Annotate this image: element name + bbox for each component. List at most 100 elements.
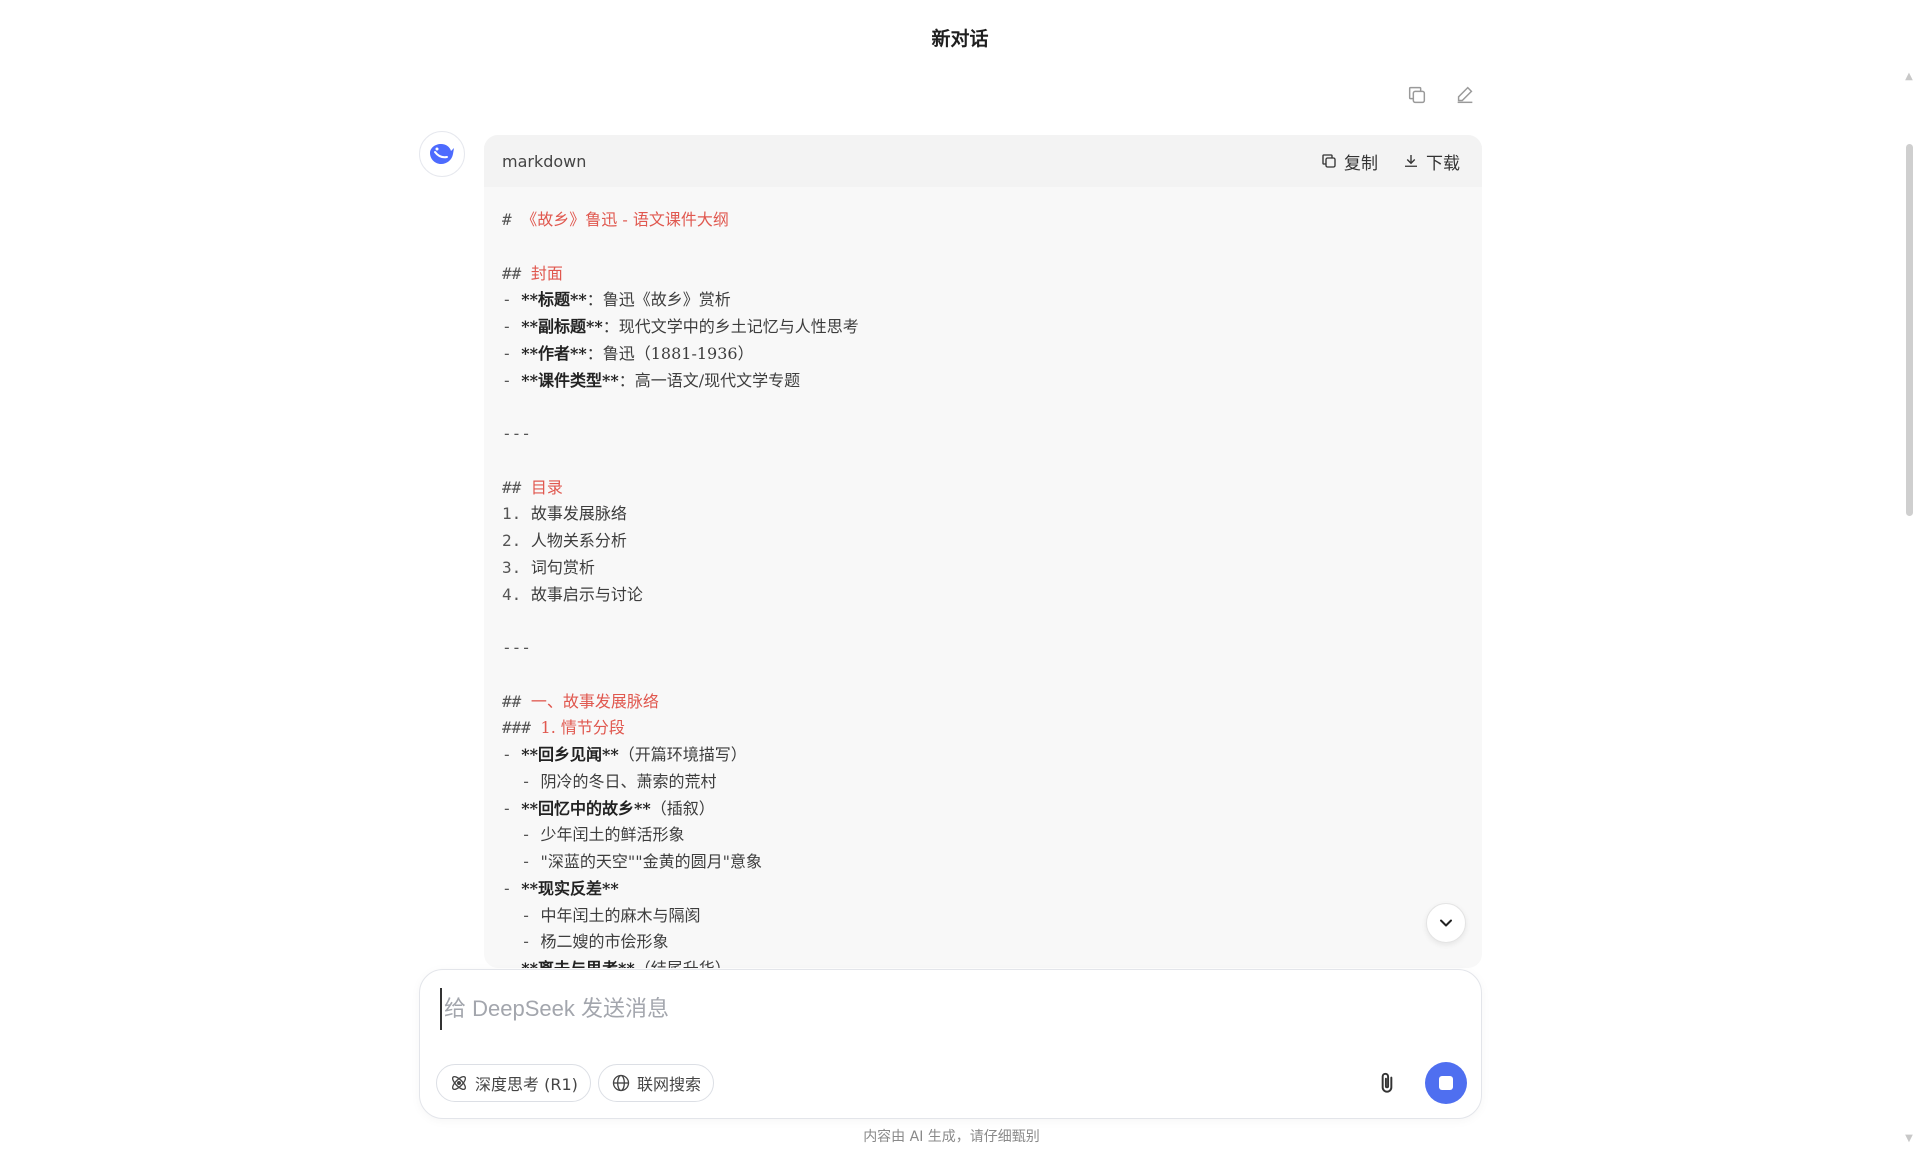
copy-code-label: 复制 [1344, 153, 1378, 174]
code-segment: - [502, 343, 522, 363]
code-line: --- [502, 421, 1464, 448]
code-line: # 《故乡》鲁迅 - 语文课件大纲 [502, 207, 1464, 234]
download-icon [1405, 155, 1417, 167]
code-segment: 1. 情节分段 [540, 718, 625, 738]
code-segment: - [502, 959, 521, 968]
code-segment: --- [502, 424, 531, 443]
code-segment: 封面 [530, 263, 563, 283]
code-line: --- [502, 635, 1464, 662]
code-line: 3. 词句赏析 [502, 555, 1464, 582]
web-search-toggle[interactable]: 联网搜索 [598, 1064, 715, 1102]
code-block: markdown 复制 下载 # 《故乡》鲁迅 - 语文课件大纲 ## 封面 - *… [484, 135, 1482, 968]
code-line: - **作者**：鲁迅（1881-1936） [502, 341, 1464, 368]
code-segment: 阴冷的冬日、萧索的荒村 [540, 771, 717, 791]
deepseek-avatar [419, 131, 465, 177]
code-segment: **回乡见闻** [521, 745, 619, 764]
code-segment: （开篇环境描写） [618, 745, 747, 764]
code-segment: - [502, 290, 522, 310]
scroll-to-bottom-button[interactable] [1426, 903, 1466, 943]
attach-file-button[interactable] [1370, 1066, 1404, 1100]
code-segment: --- [502, 638, 531, 657]
code-line: - 杨二嫂的市侩形象 [502, 929, 1464, 956]
code-segment: 少年闰土的鲜活形象 [540, 825, 685, 845]
code-line: 2. 人物关系分析 [502, 528, 1464, 555]
code-line: ### 1. 情节分段 [502, 715, 1464, 742]
atom-icon [451, 1075, 467, 1091]
message-composer: 深度思考 (R1) 联网搜索 [419, 969, 1482, 1119]
code-segment: - [502, 317, 522, 336]
page-title: 新对话 [931, 28, 989, 50]
code-line: 1. 故事发展脉络 [502, 501, 1464, 528]
code-segment: （结尾升华） [635, 959, 731, 968]
code-segment: **回忆中的故乡** [521, 798, 651, 818]
code-line: - **回忆中的故乡**（插叙） [502, 796, 1464, 823]
code-segment: ：鲁迅（1881-1936） [586, 343, 754, 363]
code-block-header: markdown 复制 下载 [484, 135, 1482, 187]
code-segment: 杨二嫂的市侩形象 [540, 932, 669, 952]
copy-code-button[interactable]: 复制 [1320, 149, 1378, 174]
code-line: - **回乡见闻**（开篇环境描写） [502, 742, 1464, 769]
code-line: 4. 故事启示与讨论 [502, 582, 1464, 609]
code-line: ## 目录 [502, 475, 1464, 502]
stop-generation-button[interactable] [1425, 1062, 1467, 1104]
stop-icon [1439, 1076, 1453, 1090]
code-segment: 一、故事发展脉络 [530, 691, 659, 711]
code-segment: # [502, 210, 522, 229]
code-segment: ## [502, 691, 531, 711]
download-code-button[interactable]: 下载 [1402, 149, 1460, 174]
deep-think-label: 深度思考 (R1) [475, 1075, 578, 1094]
code-segment: ### [502, 718, 541, 738]
code-segment: 3. [502, 557, 531, 577]
code-segment: - [502, 932, 541, 952]
code-segment: **标题** [521, 290, 587, 310]
ai-disclaimer: 内容由 AI 生成，请仔细甄别 [863, 1129, 1040, 1145]
code-segment: ：现代文学中的乡土记忆与人性思考 [602, 317, 859, 336]
scroll-up-arrow-icon[interactable]: ▲ [1904, 72, 1914, 82]
code-segment: （插叙） [650, 798, 715, 818]
code-segment: **现实反差** [521, 878, 619, 898]
code-segment: **离去与思考** [521, 959, 634, 968]
code-line: - **离去与思考**（结尾升华） [502, 956, 1464, 968]
code-line: - **标题**：鲁迅《故乡》赏析 [502, 287, 1464, 314]
code-segment: **副标题** [521, 317, 603, 336]
web-search-label: 联网搜索 [637, 1075, 702, 1094]
code-line: ## 封面 [502, 261, 1464, 288]
code-segment: ## [502, 477, 531, 497]
code-segment: 故事启示与讨论 [530, 584, 643, 604]
code-segment: 《故乡》鲁迅 - 语文课件大纲 [521, 210, 729, 229]
copy-icon[interactable] [1404, 82, 1430, 108]
code-content: # 《故乡》鲁迅 - 语文课件大纲 ## 封面 - **标题**：鲁迅《故乡》赏析 -… [484, 187, 1482, 968]
code-segment: 中年闰土的麻木与隔阂 [540, 905, 701, 925]
edit-icon[interactable] [1452, 82, 1478, 108]
code-segment: - [502, 771, 541, 791]
code-segment: ## [502, 263, 531, 283]
code-line: - "深蓝的天空""金黄的圆月"意象 [502, 849, 1464, 876]
page-scrollbar[interactable]: ▲ ▼ [1904, 72, 1914, 1144]
scrollbar-thumb[interactable] [1906, 144, 1913, 516]
globe-icon [612, 1074, 630, 1092]
code-segment: - [502, 798, 522, 818]
code-segment: - [502, 745, 522, 764]
code-line: ## 一、故事发展脉络 [502, 689, 1464, 716]
code-segment: **课件类型** [521, 370, 619, 390]
code-segment: 词句赏析 [530, 557, 595, 577]
code-segment: - [502, 370, 522, 390]
code-line: - 中年闰土的麻木与隔阂 [502, 903, 1464, 930]
conversation-actions [1404, 82, 1478, 108]
code-segment: - [502, 852, 541, 871]
copy-icon [1322, 154, 1336, 168]
code-segment: 人物关系分析 [530, 531, 627, 550]
scroll-down-arrow-icon[interactable]: ▼ [1904, 1134, 1914, 1144]
code-segment: 2. [502, 531, 531, 550]
code-segment: 目录 [530, 477, 563, 497]
code-segment: **作者** [521, 343, 587, 363]
code-segment: ：鲁迅《故乡》赏析 [586, 290, 731, 310]
deep-think-toggle[interactable]: 深度思考 (R1) [436, 1064, 591, 1102]
code-line: - **现实反差** [502, 876, 1464, 903]
code-segment: 故事发展脉络 [530, 504, 627, 524]
message-input[interactable] [440, 988, 1446, 1030]
